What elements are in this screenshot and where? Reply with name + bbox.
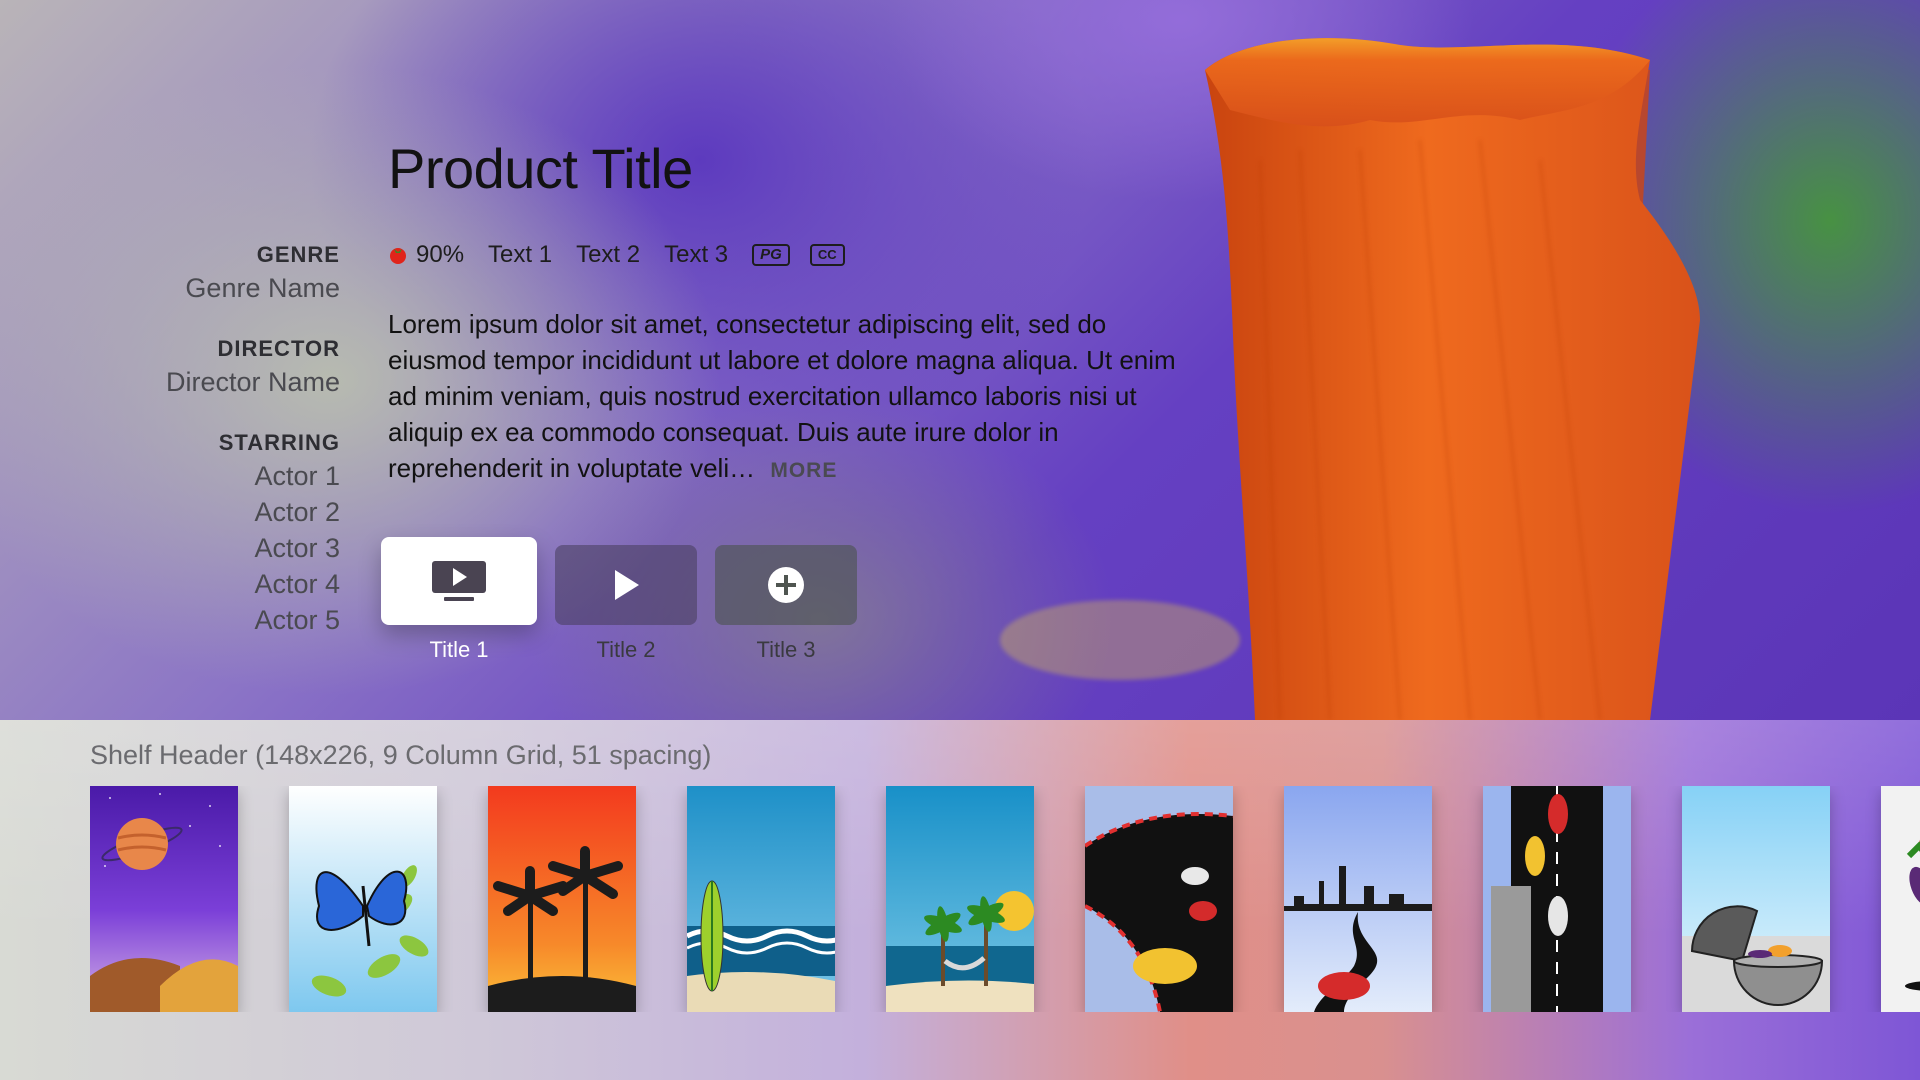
add-button[interactable] xyxy=(715,545,857,625)
action-button-1[interactable]: Title 1 xyxy=(381,537,537,663)
action-buttons: Title 1 Title 2 Title 3 xyxy=(381,537,875,663)
grill-poster[interactable] xyxy=(1682,786,1830,1012)
actor-name: Actor 1 xyxy=(254,461,340,491)
metadata-column: GENRE Genre Name DIRECTOR Director Name … xyxy=(40,240,340,666)
tomato-icon xyxy=(390,248,406,264)
action-button-3[interactable]: Title 3 xyxy=(715,537,857,663)
description-text: Lorem ipsum dolor sit amet, consectetur … xyxy=(388,309,1176,483)
surfboard-beach-poster[interactable] xyxy=(687,786,835,1012)
director-block: DIRECTOR Director Name xyxy=(40,334,340,400)
more-link[interactable]: MORE xyxy=(770,459,837,482)
genre-label: GENRE xyxy=(256,242,340,267)
play-icon xyxy=(615,570,639,600)
product-title: Product Title xyxy=(388,137,693,200)
city-road-poster[interactable] xyxy=(1284,786,1432,1012)
hammock-beach-poster[interactable] xyxy=(886,786,1034,1012)
button-label: Title 1 xyxy=(429,637,489,662)
info-text-3: Text 3 xyxy=(664,241,729,268)
rating-percent: 90% xyxy=(416,241,465,268)
director-label: DIRECTOR xyxy=(217,336,340,361)
shelf-header: Shelf Header (148x226, 9 Column Grid, 51… xyxy=(90,740,712,770)
info-row: 90% Text 1 Text 2 Text 3 PG CC xyxy=(388,240,865,270)
play-button[interactable] xyxy=(555,545,697,625)
description: Lorem ipsum dolor sit amet, consectetur … xyxy=(388,306,1188,489)
director-value: Director Name xyxy=(165,367,340,397)
action-button-2[interactable]: Title 2 xyxy=(555,537,697,663)
starring-block: STARRING Actor 1 Actor 2 Actor 3 Actor 4… xyxy=(40,428,340,638)
content-rating-badge: PG xyxy=(752,244,790,266)
vegetables-poster[interactable] xyxy=(1881,786,1920,1012)
plus-circle-icon xyxy=(768,567,804,603)
button-label: Title 2 xyxy=(596,637,656,662)
actor-name: Actor 4 xyxy=(254,569,340,599)
closed-caption-badge: CC xyxy=(809,244,845,266)
actor-name: Actor 5 xyxy=(254,605,340,635)
shelf xyxy=(90,786,1920,1012)
starring-label: STARRING xyxy=(218,430,340,455)
palm-sunset-poster[interactable] xyxy=(488,786,636,1012)
info-text-1: Text 1 xyxy=(488,241,553,268)
race-track-poster[interactable] xyxy=(1085,786,1233,1012)
tv-play-icon xyxy=(432,561,486,601)
button-label: Title 3 xyxy=(756,637,816,662)
highway-cars-poster[interactable] xyxy=(1483,786,1631,1012)
planet-poster[interactable] xyxy=(90,786,238,1012)
butterfly-poster[interactable] xyxy=(289,786,437,1012)
genre-value: Genre Name xyxy=(185,273,340,303)
tomato-rating: 90% xyxy=(388,241,464,269)
actor-name: Actor 2 xyxy=(254,497,340,527)
actor-name: Actor 3 xyxy=(254,533,340,563)
info-text-2: Text 2 xyxy=(576,241,641,268)
genre-block: GENRE Genre Name xyxy=(40,240,340,306)
watch-button[interactable] xyxy=(381,537,537,625)
